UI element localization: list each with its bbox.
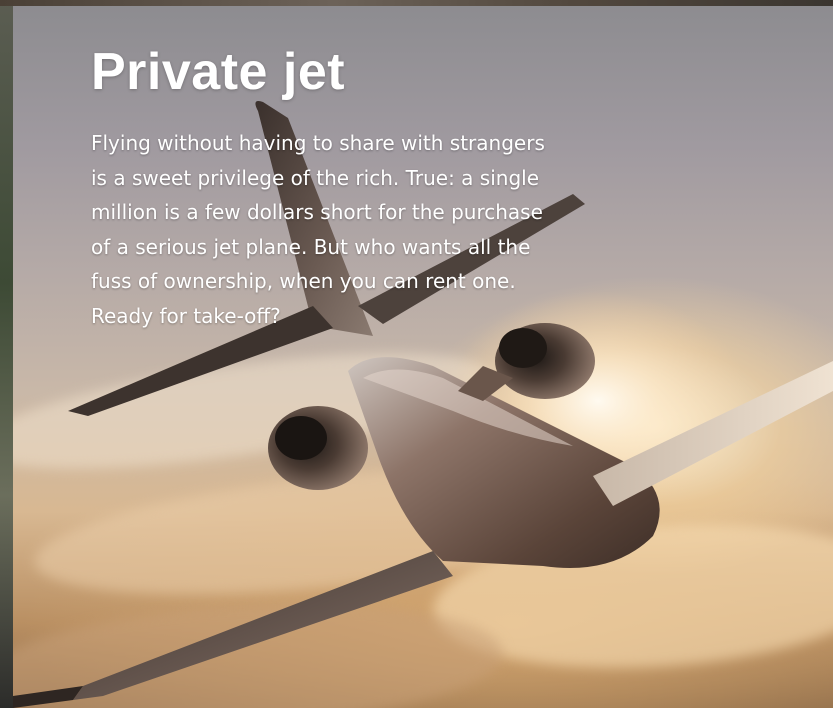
right-engine-intake [499, 328, 547, 368]
card-title: Private jet [91, 43, 346, 101]
card-copy: Private jet Flying without having to sha… [91, 44, 651, 333]
left-engine-intake [275, 416, 327, 460]
private-jet-card[interactable]: Private jet Flying without having to sha… [13, 6, 833, 708]
left-winglet [13, 686, 83, 708]
left-wing [73, 551, 453, 700]
card-description: Flying without having to share with stra… [91, 131, 545, 328]
